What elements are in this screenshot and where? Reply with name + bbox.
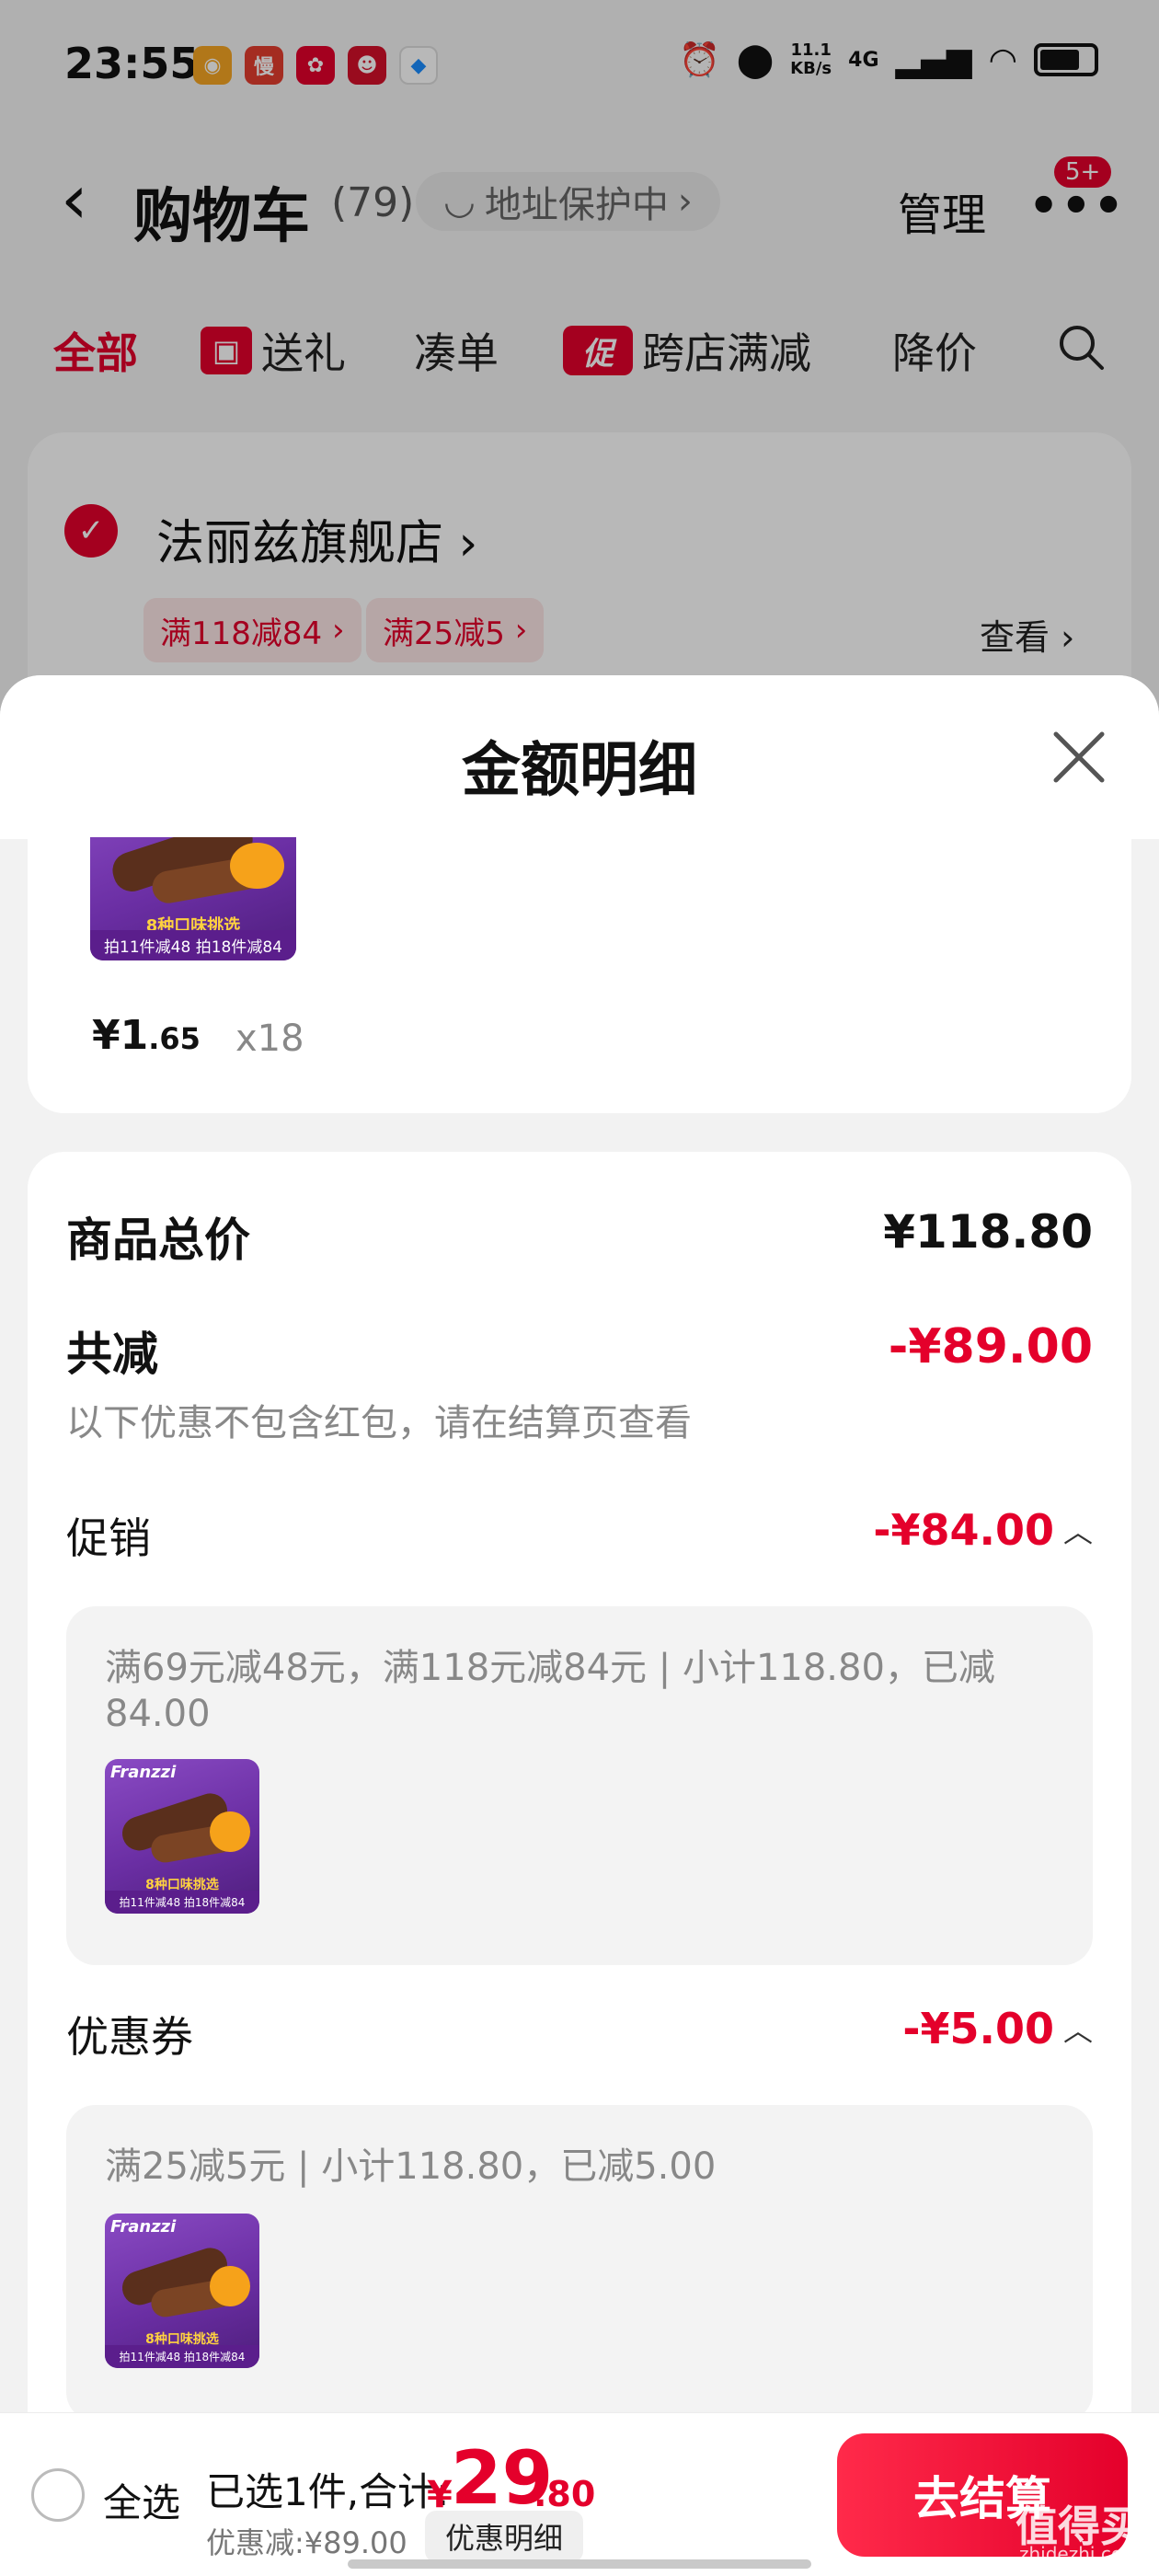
- coupon-amount: -¥5.00: [902, 2004, 1054, 2053]
- select-all-checkbox[interactable]: [31, 2468, 85, 2522]
- promotion-label: 促销: [66, 1513, 151, 1563]
- total-reduce-value: -¥89.00: [888, 1319, 1093, 1374]
- item-quantity: x18: [235, 1018, 304, 1060]
- discount-summary: 优惠减:¥89.00: [206, 2525, 407, 2560]
- sheet-title: 金额明细: [462, 737, 697, 805]
- coupon-label: 优惠券: [66, 2012, 193, 2062]
- close-icon[interactable]: [1049, 727, 1109, 788]
- amount-detail-sheet: 金额明细 8种口味挑选 拍11件减48 拍18件减84 ¥1.65 x18 商品…: [0, 675, 1159, 2412]
- thumbnail-brand: Franzzi: [110, 1763, 177, 1782]
- coupon-detail-box: 满25减5元 | 小计118.80，已减5.00 Franzzi 8种口味挑选 …: [66, 2105, 1093, 2412]
- chevron-up-icon: ︿: [1062, 2013, 1093, 2048]
- thumbnail-promo: 拍11件减48 拍18件减84: [90, 930, 296, 960]
- coupon-value[interactable]: -¥5.00 ︿: [902, 2004, 1093, 2053]
- select-all-label[interactable]: 全选: [103, 2472, 180, 2528]
- thumbnail-brand: Franzzi: [110, 2217, 177, 2237]
- total-amount-dec: .80: [534, 2474, 596, 2514]
- promotion-detail-text: 满69元减48元，满118元减84元 | 小计118.80，已减84.00: [105, 1647, 995, 1735]
- discount-note: 以下优惠不包含红包，请在结算页查看: [66, 1402, 692, 1444]
- promotion-detail-box: 满69元减48元，满118元减84元 | 小计118.80，已减84.00 Fr…: [66, 1606, 1093, 1965]
- product-thumbnail[interactable]: 8种口味挑选 拍11件减48 拍18件减84: [90, 837, 296, 960]
- promotion-value[interactable]: -¥84.00 ︿: [873, 1505, 1093, 1555]
- total-reduce-label: 共减: [66, 1328, 158, 1381]
- checkout-bar: 全选 已选1件,合计: ¥ 29 .80 优惠减:¥89.00 优惠明细 去结算: [0, 2412, 1159, 2576]
- cart-page-background: 23:55 ◉ 慢 ✿ ☻ ◆ ⏰ ⬤ 11.1 KB/s 4G ▂▄▆ ◠ ‹…: [0, 0, 1159, 736]
- discount-detail-button[interactable]: 优惠明细: [425, 2511, 584, 2562]
- item-price-dec: .65: [148, 1021, 201, 1056]
- home-indicator[interactable]: [348, 2559, 811, 2569]
- chevron-up-icon: ︿: [1062, 1514, 1093, 1549]
- selected-summary: 已选1件,合计:: [206, 2469, 450, 2514]
- watermark-url: zhidezhi.com: [1019, 2543, 1141, 2565]
- item-price-int: ¥1: [92, 1012, 149, 1059]
- thumbnail-promo: 拍11件减48 拍18件减84: [105, 2345, 259, 2368]
- promotion-product-thumbnail[interactable]: Franzzi 8种口味挑选 拍11件减48 拍18件减84: [105, 1759, 259, 1914]
- coupon-product-thumbnail[interactable]: Franzzi 8种口味挑选 拍11件减48 拍18件减84: [105, 2214, 259, 2368]
- total-price-value: ¥118.80: [883, 1205, 1093, 1259]
- promotion-amount: -¥84.00: [873, 1505, 1054, 1555]
- coupon-detail-text: 满25减5元 | 小计118.80，已减5.00: [105, 2145, 717, 2188]
- modal-overlay[interactable]: [0, 0, 1159, 736]
- item-unit-price: ¥1.65: [92, 1012, 201, 1059]
- cart-item-card: 8种口味挑选 拍11件减48 拍18件减84 ¥1.65 x18: [28, 837, 1131, 1113]
- thumbnail-promo: 拍11件减48 拍18件减84: [105, 1891, 259, 1914]
- total-price-label: 商品总价: [66, 1213, 250, 1267]
- sheet-header: 金额明细: [0, 675, 1159, 839]
- price-summary-card: 商品总价 ¥118.80 共减 -¥89.00 以下优惠不包含红包，请在结算页查…: [28, 1152, 1131, 2412]
